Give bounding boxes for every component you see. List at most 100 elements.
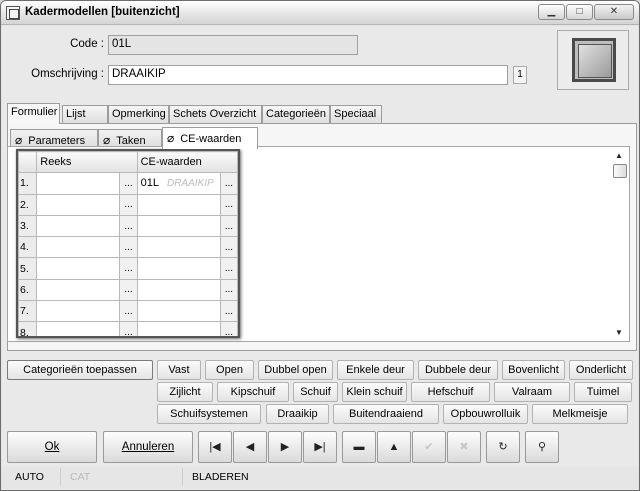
reeks-lookup-button[interactable]: ... xyxy=(119,214,138,238)
categorieen-toepassen-button[interactable]: Categorieën toepassen xyxy=(7,360,153,380)
ce-waarden-cell[interactable] xyxy=(136,278,221,302)
reeks-cell[interactable] xyxy=(36,193,121,216)
category-button-enkele-deur[interactable]: Enkele deur xyxy=(337,360,414,380)
maximize-button[interactable]: □ xyxy=(566,4,593,20)
category-button-open[interactable]: Open xyxy=(205,360,254,380)
scroll-down-icon[interactable]: ▼ xyxy=(615,328,623,337)
vertical-scrollbar[interactable]: ▲ ▼ xyxy=(612,148,628,340)
category-button-draaikip[interactable]: Draaikip xyxy=(266,404,329,424)
ce-waarden-cell[interactable] xyxy=(136,214,221,238)
last-record-button[interactable]: ▶| xyxy=(303,431,337,463)
ce-waarden-cell[interactable] xyxy=(136,193,221,216)
close-button[interactable]: ✕ xyxy=(594,4,634,20)
category-button-schuif[interactable]: Schuif xyxy=(293,382,338,402)
category-button-dubbel-open[interactable]: Dubbel open xyxy=(258,360,333,380)
reeks-cell[interactable] xyxy=(36,172,121,195)
row-number: 6. xyxy=(18,278,38,302)
ce-waarden-cell[interactable] xyxy=(136,300,221,323)
column-header-ce-waarden[interactable]: CE-waarden xyxy=(136,151,238,174)
app-icon xyxy=(6,6,20,20)
ce-value: 01L xyxy=(140,177,159,190)
reeks-cell[interactable] xyxy=(36,214,121,238)
status-bladeren: BLADEREN xyxy=(192,471,249,483)
ce-waarden-cell[interactable] xyxy=(136,236,221,259)
confirm-button[interactable]: ✔ xyxy=(412,431,446,463)
reeks-lookup-button[interactable]: ... xyxy=(119,172,138,195)
row-number: 2. xyxy=(18,193,38,216)
minimize-button[interactable]: ▁ xyxy=(538,4,565,20)
category-button-kipschuif[interactable]: Kipschuif xyxy=(217,382,289,402)
refresh-button[interactable]: ↻ xyxy=(486,431,520,463)
category-button-tuimel[interactable]: Tuimel xyxy=(574,382,632,402)
ce-waarden-cell[interactable] xyxy=(136,257,221,280)
category-button-schuifsystemen[interactable]: Schuifsystemen xyxy=(157,404,261,424)
category-button-buitendraaiend[interactable]: Buitendraaiend xyxy=(333,404,439,424)
ce-lookup-button[interactable]: ... xyxy=(219,236,238,259)
reeks-cell[interactable] xyxy=(36,300,121,323)
ce-waarden-cell[interactable]: 01L DRAAIKIP xyxy=(136,172,221,195)
delete-button[interactable]: ▬ xyxy=(342,431,376,463)
scroll-thumb[interactable] xyxy=(613,164,627,178)
reeks-cell[interactable] xyxy=(36,257,121,280)
category-button-dubbele-deur[interactable]: Dubbele deur xyxy=(418,360,498,380)
category-button-zijlicht[interactable]: Zijlicht xyxy=(157,382,213,402)
tab-speciaal[interactable]: Speciaal xyxy=(330,105,382,124)
reeks-cell[interactable] xyxy=(36,321,121,336)
ok-button[interactable]: Ok xyxy=(7,431,97,463)
category-button-opbouwrolluik[interactable]: Opbouwrolluik xyxy=(443,404,528,424)
row-number: 7. xyxy=(18,300,38,323)
ce-lookup-button[interactable]: ... xyxy=(219,257,238,280)
annuleren-button[interactable]: Annuleren xyxy=(103,431,193,463)
category-button-bovenlicht[interactable]: Bovenlicht xyxy=(502,360,565,380)
category-button-klein-schuif[interactable]: Klein schuif xyxy=(342,382,407,402)
prev-record-button[interactable]: ◀ xyxy=(233,431,267,463)
category-button-vast[interactable]: Vast xyxy=(157,360,201,380)
reeks-lookup-button[interactable]: ... xyxy=(119,193,138,216)
row-number: 1. xyxy=(18,172,38,195)
reeks-lookup-button[interactable]: ... xyxy=(119,321,138,336)
category-button-onderlicht[interactable]: Onderlicht xyxy=(569,360,633,380)
reeks-lookup-button[interactable]: ... xyxy=(119,300,138,323)
ce-watermark: DRAAIKIP xyxy=(166,178,214,190)
ce-lookup-button[interactable]: ... xyxy=(219,172,238,195)
reeks-lookup-button[interactable]: ... xyxy=(119,257,138,280)
find-button[interactable]: ⚲ xyxy=(525,431,559,463)
status-bar: AUTO CAT BLADEREN xyxy=(2,466,638,489)
omschrijving-label: Omschrijving : xyxy=(31,68,104,80)
tab-categorieen[interactable]: Categorieën xyxy=(262,105,330,124)
code-field[interactable]: 01L xyxy=(108,35,358,55)
ce-lookup-button[interactable]: ... xyxy=(219,321,238,336)
tab-schets-overzicht[interactable]: Schets Overzicht xyxy=(169,105,262,124)
refresh-icon: ↻ xyxy=(498,441,508,453)
reeks-cell[interactable] xyxy=(36,278,121,302)
subtab-ce-waarden[interactable]: ⌀ CE-waarden xyxy=(162,127,258,149)
ce-lookup-button[interactable]: ... xyxy=(219,300,238,323)
ce-waarden-cell[interactable] xyxy=(136,321,221,336)
table-row: 3....... xyxy=(18,214,238,238)
row-number: 8. xyxy=(18,321,38,336)
ce-lookup-button[interactable]: ... xyxy=(219,214,238,238)
category-button-melkmeisje[interactable]: Melkmeisje xyxy=(532,404,628,424)
insert-button[interactable]: ▲ xyxy=(377,431,411,463)
next-record-button[interactable]: ▶ xyxy=(268,431,302,463)
window-title: Kadermodellen [buitenzicht] xyxy=(25,6,180,18)
next-record-icon: ▶ xyxy=(280,441,290,453)
tab-lijst[interactable]: Lijst xyxy=(62,105,108,124)
omschrijving-field[interactable]: DRAAIKIP xyxy=(108,65,508,85)
reeks-lookup-button[interactable]: ... xyxy=(119,278,138,302)
cancel-edit-icon: ✖ xyxy=(459,441,469,453)
window-frame-icon xyxy=(572,38,616,82)
first-record-button[interactable]: |◀ xyxy=(198,431,232,463)
last-record-icon: ▶| xyxy=(314,441,326,453)
category-button-valraam[interactable]: Valraam xyxy=(494,382,570,402)
reeks-cell[interactable] xyxy=(36,236,121,259)
ce-lookup-button[interactable]: ... xyxy=(219,193,238,216)
column-header-reeks[interactable]: Reeks xyxy=(36,151,138,174)
scroll-up-icon[interactable]: ▲ xyxy=(615,151,623,160)
reeks-lookup-button[interactable]: ... xyxy=(119,236,138,259)
ce-lookup-button[interactable]: ... xyxy=(219,278,238,302)
tab-formulier[interactable]: Formulier xyxy=(7,103,60,124)
tab-opmerking[interactable]: Opmerking xyxy=(108,105,169,124)
cancel-edit-button[interactable]: ✖ xyxy=(447,431,481,463)
category-button-hefschuif[interactable]: Hefschuif xyxy=(411,382,490,402)
